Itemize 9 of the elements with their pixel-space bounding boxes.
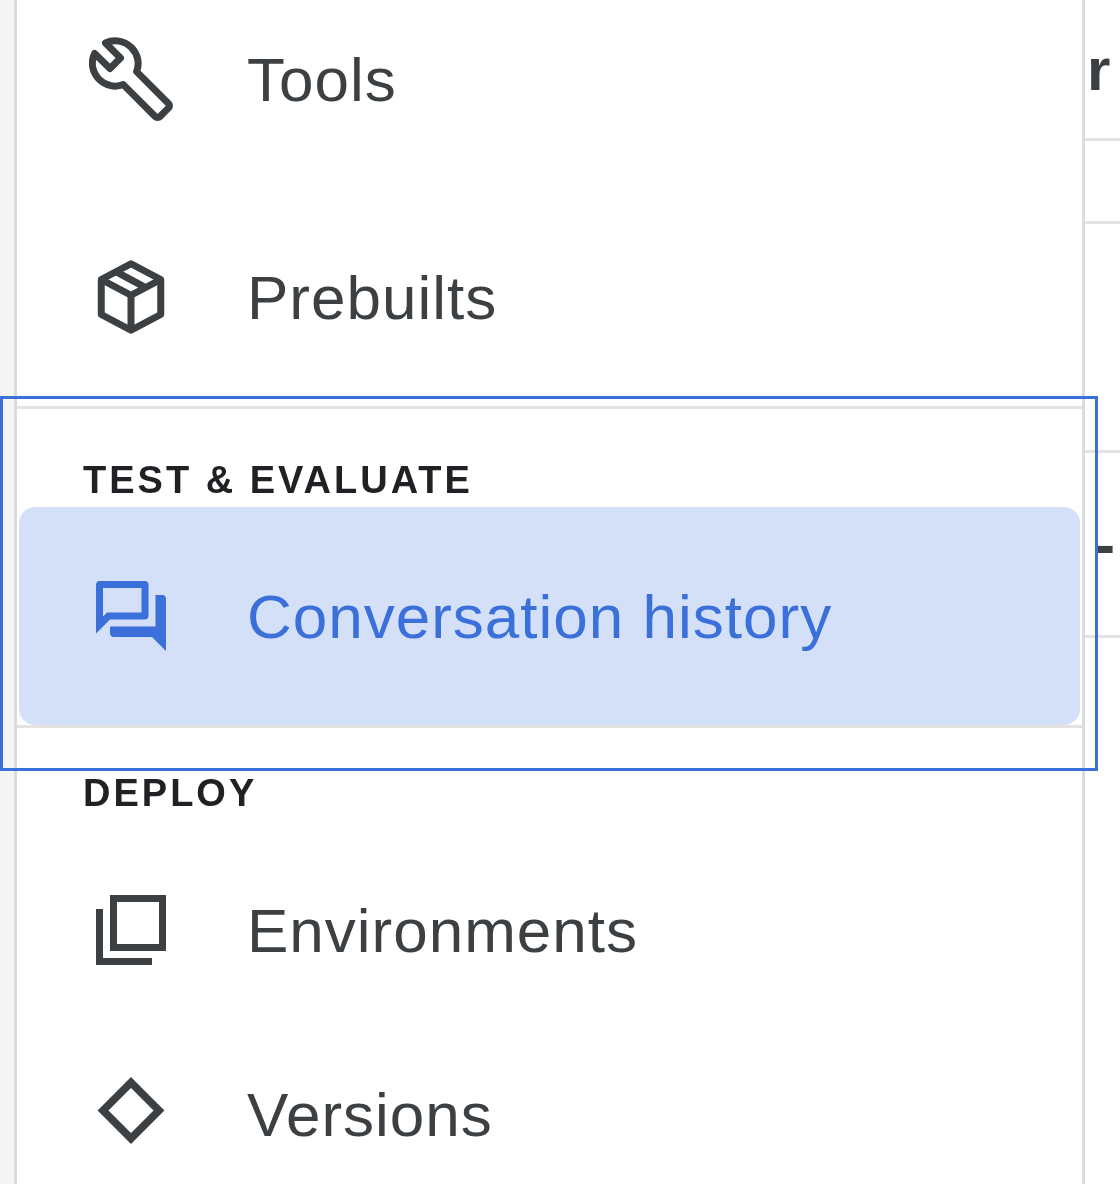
- cell-text: r: [1086, 34, 1111, 104]
- sidebar-item[interactable]: Conversation history: [19, 507, 1080, 725]
- sidebar-item[interactable]: Environments: [19, 821, 1080, 1039]
- sidebar-item[interactable]: Prebuilts: [19, 188, 1080, 406]
- section-heading: TEST & EVALUATE: [82, 458, 474, 503]
- sidebar-item[interactable]: Versions: [19, 1039, 1080, 1184]
- sidebar-item[interactable]: Tools: [19, 0, 1080, 188]
- section-heading: DEPLOY: [82, 771, 259, 816]
- wrench-icon: [89, 37, 173, 121]
